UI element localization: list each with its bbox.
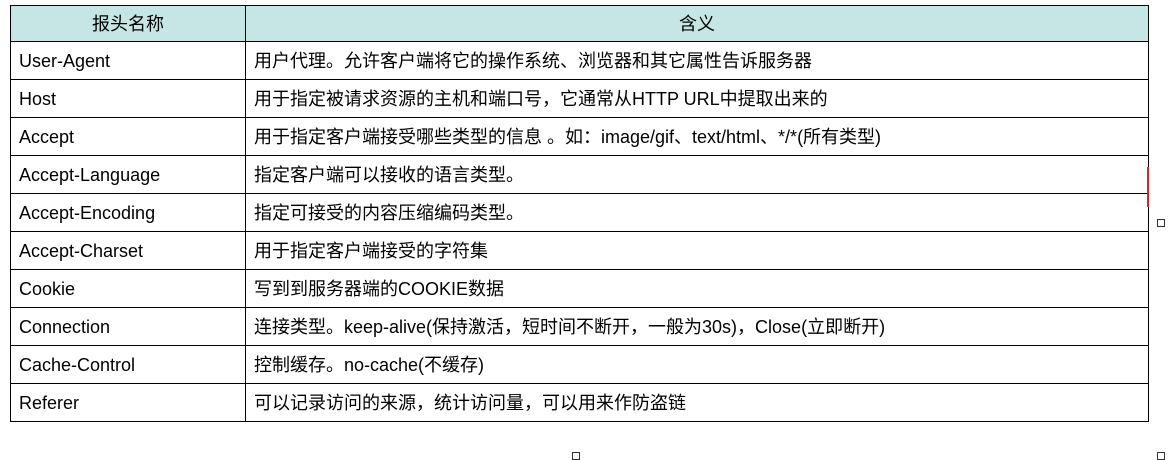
header-name-cell: Accept-Language [10,155,246,194]
header-name-cell: Cookie [10,269,246,308]
http-headers-table: 报头名称 含义 User-Agent 用户代理。允许客户端将它的操作系统、浏览器… [10,5,1149,422]
header-name-cell: Accept [10,117,246,156]
header-name-cell: User-Agent [10,41,246,80]
header-meaning-cell: 指定可接受的内容压缩编码类型。 [245,193,1149,232]
header-meaning-column: 含义 [245,5,1149,42]
resize-handle-bottom-middle[interactable] [572,452,580,460]
header-name-cell: Cache-Control [10,345,246,384]
header-meaning-cell: 指定客户端可以接收的语言类型。 [245,155,1149,194]
table-row: Host 用于指定被请求资源的主机和端口号，它通常从HTTP URL中提取出来的 [10,79,1149,118]
table-header-row: 报头名称 含义 [10,5,1149,42]
table-row: Accept-Charset 用于指定客户端接受的字符集 [10,231,1149,270]
resize-handle-bottom-right[interactable] [1157,452,1165,460]
header-meaning-cell: 控制缓存。no-cache(不缓存) [245,345,1149,384]
header-name-cell: Accept-Charset [10,231,246,270]
table-row: User-Agent 用户代理。允许客户端将它的操作系统、浏览器和其它属性告诉服… [10,41,1149,80]
header-name-column: 报头名称 [10,5,246,42]
table-row: Accept-Language 指定客户端可以接收的语言类型。 [10,155,1149,194]
header-meaning-cell: 用户代理。允许客户端将它的操作系统、浏览器和其它属性告诉服务器 [245,41,1149,80]
http-headers-table-container: 报头名称 含义 User-Agent 用户代理。允许客户端将它的操作系统、浏览器… [10,5,1149,422]
header-meaning-cell: 用于指定客户端接受哪些类型的信息 。如：image/gif、text/html、… [245,117,1149,156]
table-row: Cache-Control 控制缓存。no-cache(不缓存) [10,345,1149,384]
header-name-cell: Host [10,79,246,118]
header-meaning-cell: 用于指定客户端接受的字符集 [245,231,1149,270]
table-row: Referer 可以记录访问的来源，统计访问量，可以用来作防盗链 [10,383,1149,422]
table-row: Connection 连接类型。keep-alive(保持激活，短时间不断开，一… [10,307,1149,346]
header-meaning-cell: 可以记录访问的来源，统计访问量，可以用来作防盗链 [245,383,1149,422]
header-meaning-cell: 用于指定被请求资源的主机和端口号，它通常从HTTP URL中提取出来的 [245,79,1149,118]
header-name-cell: Accept-Encoding [10,193,246,232]
table-row: Accept-Encoding 指定可接受的内容压缩编码类型。 [10,193,1149,232]
table-row: Cookie 写到到服务器端的COOKIE数据 [10,269,1149,308]
header-meaning-cell: 写到到服务器端的COOKIE数据 [245,269,1149,308]
table-row: Accept 用于指定客户端接受哪些类型的信息 。如：image/gif、tex… [10,117,1149,156]
header-name-cell: Connection [10,307,246,346]
header-name-cell: Referer [10,383,246,422]
selection-edge-marker [1147,167,1149,207]
resize-handle-right-middle[interactable] [1157,219,1165,227]
header-meaning-cell: 连接类型。keep-alive(保持激活，短时间不断开，一般为30s)，Clos… [245,307,1149,346]
